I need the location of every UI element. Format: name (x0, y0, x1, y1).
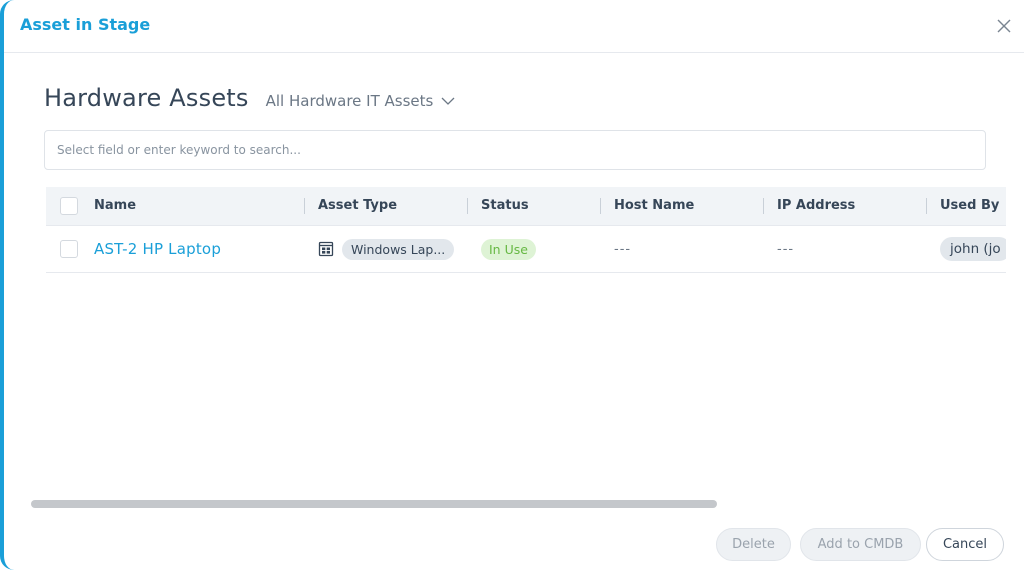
column-header-status[interactable]: Status (481, 187, 529, 225)
status-badge: In Use (481, 238, 536, 260)
asset-type-badge: Windows Lap... (342, 238, 455, 260)
close-icon (997, 19, 1011, 33)
column-header-used-by[interactable]: Used By (940, 187, 999, 225)
column-header-ip-address[interactable]: IP Address (777, 187, 855, 225)
column-header-host-name[interactable]: Host Name (614, 187, 694, 225)
cancel-button[interactable]: Cancel (926, 528, 1004, 561)
delete-button[interactable]: Delete (716, 528, 791, 561)
column-header-asset-type[interactable]: Asset Type (318, 187, 397, 225)
add-to-cmdb-button[interactable]: Add to CMDB (800, 528, 921, 561)
close-button[interactable] (994, 16, 1014, 36)
modal-title: Asset in Stage (20, 15, 151, 34)
search-input[interactable] (44, 130, 986, 170)
ip-address-value: --- (777, 241, 795, 257)
view-selector-label: All Hardware IT Assets (265, 92, 434, 110)
column-header-name[interactable]: Name (94, 187, 136, 225)
select-all-checkbox[interactable] (60, 197, 78, 215)
page-title: Hardware Assets (44, 84, 249, 112)
column-divider[interactable] (600, 198, 601, 214)
used-by-badge: john (jo (940, 237, 1006, 261)
column-divider[interactable] (304, 198, 305, 214)
assets-table: Name Asset Type Status Host Name IP Addr… (46, 187, 1006, 273)
host-name-value: --- (614, 241, 632, 257)
column-divider[interactable] (467, 198, 468, 214)
column-divider[interactable] (926, 198, 927, 214)
table-header: Name Asset Type Status Host Name IP Addr… (46, 187, 1006, 226)
windows-laptop-icon (318, 241, 334, 257)
asset-name-link[interactable]: AST-2 HP Laptop (94, 240, 221, 258)
chevron-down-icon (441, 97, 455, 105)
column-divider[interactable] (763, 198, 764, 214)
page-heading: Hardware Assets All Hardware IT Assets (44, 84, 455, 112)
modal-dialog: Asset in Stage Hardware Assets All Hardw… (0, 0, 1024, 570)
table-row: AST-2 HP Laptop Windows Lap... In Use --… (46, 226, 1006, 273)
modal-header: Asset in Stage (4, 0, 1024, 53)
horizontal-scrollbar[interactable] (31, 500, 717, 508)
row-checkbox[interactable] (60, 240, 78, 258)
view-selector-dropdown[interactable]: All Hardware IT Assets (266, 92, 456, 110)
